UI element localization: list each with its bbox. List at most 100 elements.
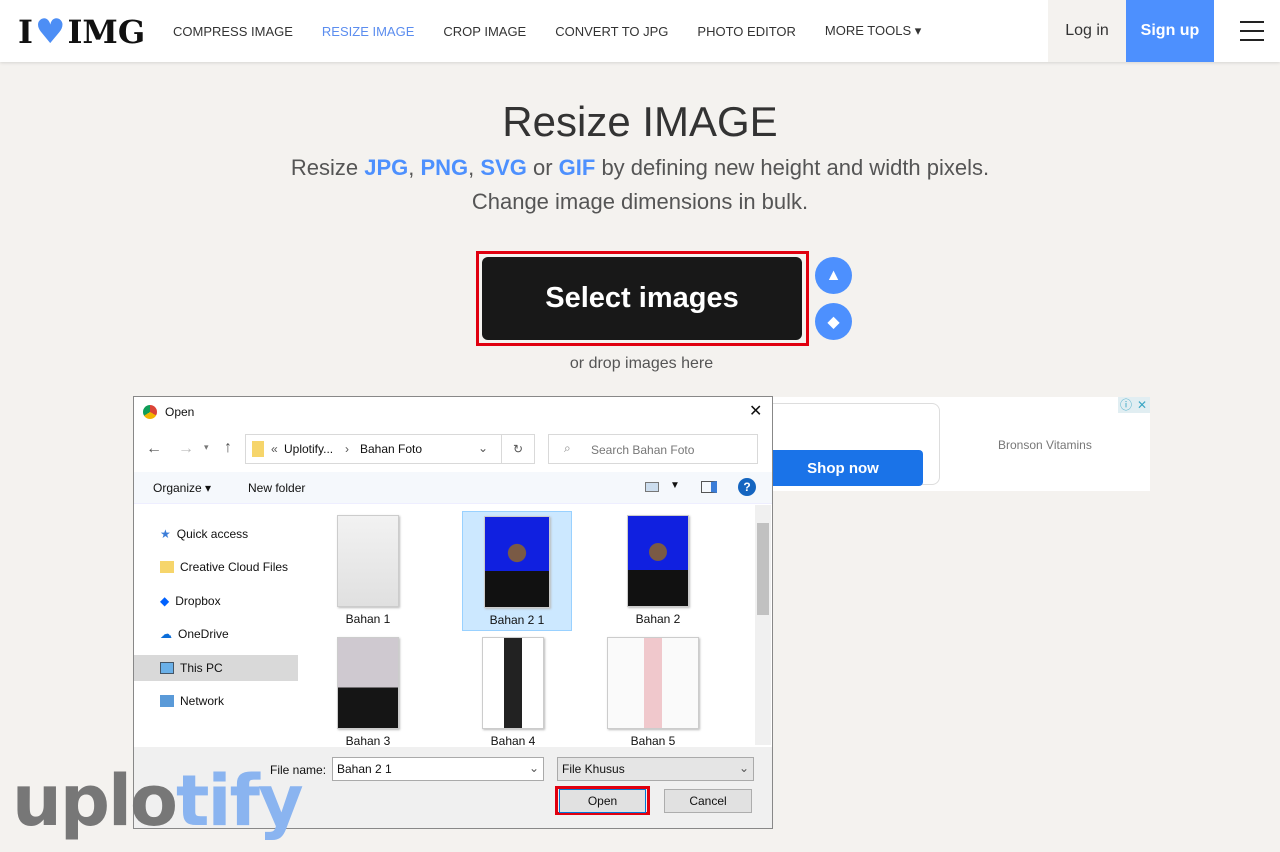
dropbox-icon[interactable]: ◆ [815, 303, 852, 340]
nav-network[interactable]: Network [160, 694, 224, 708]
thumbnail [337, 515, 399, 607]
nav-convert-to-jpg[interactable]: CONVERT TO JPG [555, 24, 668, 39]
file-name: Bahan 4 [490, 734, 536, 745]
nav-label: This PC [180, 661, 223, 675]
watermark-text: uplo [12, 760, 178, 842]
file-bahan-5[interactable]: Bahan 5 [598, 637, 708, 745]
subtitle-line-2: Change image dimensions in bulk. [471, 189, 809, 214]
thumbnail [482, 637, 544, 729]
close-icon[interactable]: ✕ [749, 401, 762, 421]
forward-icon[interactable]: → [178, 440, 194, 458]
up-icon[interactable]: ↑ [224, 439, 232, 457]
subtitle-text: Resize [290, 155, 365, 180]
google-drive-icon[interactable]: ▲ [815, 257, 852, 294]
onedrive-icon: ☁ [160, 627, 172, 641]
nav-label: OneDrive [178, 627, 229, 641]
nav-label: Creative Cloud Files [180, 560, 289, 574]
nav-quick-access[interactable]: ★ Quick access [160, 527, 248, 541]
heart-icon: ♥ [34, 12, 66, 52]
nav-onedrive[interactable]: ☁ OneDrive [160, 627, 229, 641]
ad-card: Shop now [762, 403, 940, 486]
file-bahan-4[interactable]: Bahan 4 [458, 637, 568, 745]
comma: , [468, 155, 481, 180]
login-button[interactable]: Log in [1048, 0, 1126, 62]
file-bahan-2[interactable]: Bahan 2 [603, 515, 713, 626]
ad-brand[interactable]: Bronson Vitamins [998, 438, 1092, 452]
logo-text-i: I [18, 13, 33, 51]
filetype-select[interactable]: File Khusus ⌄ [557, 757, 754, 781]
nav-label: Dropbox [175, 594, 221, 608]
chevron-down-icon[interactable]: ⌄ [478, 441, 488, 455]
hamburger-menu-icon[interactable] [1240, 21, 1264, 48]
view-dropdown-icon[interactable]: ▼ [670, 480, 680, 491]
ad-close-icon[interactable]: ✕ [1134, 397, 1150, 413]
select-images-button[interactable]: Select images [482, 257, 802, 340]
format-gif: GIF [558, 155, 596, 180]
filename-value: Bahan 2 1 [337, 762, 392, 776]
nav-more-tools[interactable]: MORE TOOLS ▾ [825, 23, 921, 39]
nav-label: Network [180, 694, 225, 708]
network-icon [160, 695, 174, 707]
file-name: Bahan 1 [345, 612, 391, 626]
recent-dropdown-icon[interactable]: ▾ [204, 442, 209, 453]
shop-now-button[interactable]: Shop now [763, 450, 923, 486]
file-name: Bahan 2 1 [489, 613, 545, 627]
search-input[interactable]: Search Bahan Foto [548, 434, 758, 464]
cancel-button[interactable]: Cancel [664, 789, 752, 813]
creative-cloud-icon [160, 561, 174, 573]
dialog-title: Open [165, 405, 195, 419]
thumbnail [627, 515, 689, 607]
path-overflow[interactable]: « [271, 442, 278, 456]
dropbox-icon: ◆ [160, 594, 170, 608]
thumbnail [484, 516, 550, 608]
chevron-down-icon[interactable]: ⌄ [739, 761, 749, 775]
top-nav: I ♥ IMG COMPRESS IMAGE RESIZE IMAGE CROP I… [0, 0, 1280, 62]
nav-resize-image[interactable]: RESIZE IMAGE [322, 24, 414, 39]
nav-photo-editor[interactable]: PHOTO EDITOR [697, 24, 795, 39]
view-icon[interactable] [645, 482, 659, 492]
scrollbar-thumb[interactable] [757, 523, 769, 615]
iloveimg-logo[interactable]: I ♥ IMG [18, 12, 145, 52]
nav-creative-cloud[interactable]: Creative Cloud Files [160, 560, 288, 574]
nav-crop-image[interactable]: CROP IMAGE [443, 24, 526, 39]
ad-info-icon[interactable]: ⓘ [1118, 397, 1134, 413]
file-list-scrollbar[interactable] [755, 505, 771, 745]
computer-icon [160, 662, 174, 674]
breadcrumb-bahan-foto[interactable]: Bahan Foto [360, 442, 422, 456]
logo-text-img: IMG [67, 13, 146, 51]
dialog-toolbar: Organize ▾ New folder ▼ ? [134, 472, 772, 504]
thumbnail [337, 637, 399, 729]
breadcrumb-uplotify[interactable]: Uplotify... [284, 442, 333, 456]
refresh-icon[interactable]: ↻ [501, 434, 535, 464]
file-bahan-3[interactable]: Bahan 3 [313, 637, 423, 745]
address-bar[interactable]: « Uplotify... › Bahan Foto ⌄ [245, 434, 535, 464]
star-icon: ★ [160, 527, 171, 541]
format-jpg: JPG [364, 155, 409, 180]
folder-icon [252, 441, 264, 457]
file-bahan-1[interactable]: Bahan 1 [313, 515, 423, 626]
preview-pane-icon[interactable] [701, 481, 717, 493]
format-svg: SVG [480, 155, 527, 180]
format-png: PNG [420, 155, 469, 180]
back-icon[interactable]: ← [146, 440, 162, 458]
watermark-text: tify [176, 760, 304, 842]
nav-dropbox[interactable]: ◆ Dropbox [160, 594, 221, 608]
nav-compress-image[interactable]: COMPRESS IMAGE [173, 24, 293, 39]
file-bahan-2-1[interactable]: Bahan 2 1 [462, 511, 572, 631]
new-folder-button[interactable]: New folder [248, 481, 305, 495]
or-text: or [526, 155, 559, 180]
file-name: Bahan 5 [630, 734, 676, 745]
help-icon[interactable]: ? [738, 478, 756, 496]
signup-button[interactable]: Sign up [1126, 0, 1214, 62]
open-button[interactable]: Open [559, 789, 646, 813]
chevron-down-icon[interactable]: ⌄ [529, 761, 539, 775]
filename-input[interactable]: Bahan 2 1 ⌄ [332, 757, 544, 781]
breadcrumb-separator: › [345, 442, 349, 456]
search-icon: ⌕ [564, 441, 571, 455]
subtitle-text: by defining new height and width pixels. [595, 155, 990, 180]
nav-this-pc[interactable]: This PC [160, 661, 223, 675]
uplotify-watermark: uplotify [12, 760, 304, 842]
file-name: Bahan 3 [345, 734, 391, 745]
drop-hint: or drop images here [569, 355, 714, 372]
organize-button[interactable]: Organize ▾ [153, 481, 211, 495]
